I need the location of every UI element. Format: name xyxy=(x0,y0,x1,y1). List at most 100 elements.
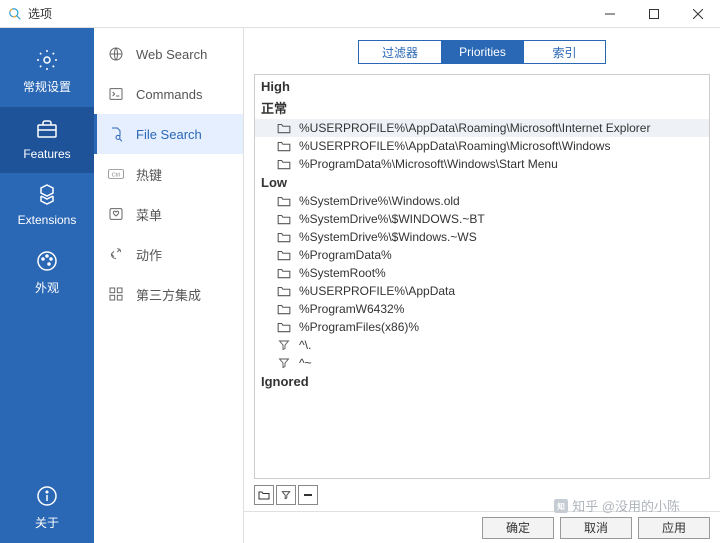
folder-icon xyxy=(277,320,291,334)
tab-label: 索引 xyxy=(552,44,576,61)
priority-path: ^\. xyxy=(299,338,311,352)
priorities-list[interactable]: High正常 %USERPROFILE%\AppData\Roaming\Micr… xyxy=(254,74,710,479)
nav-label: 热键 xyxy=(136,165,162,184)
apply-button[interactable]: 应用 xyxy=(638,517,710,539)
priority-path: %USERPROFILE%\AppData\Roaming\Microsoft\… xyxy=(299,121,650,135)
nav-web-search[interactable]: Web Search xyxy=(94,34,243,74)
file-search-icon xyxy=(108,126,124,142)
button-label: 应用 xyxy=(662,519,686,536)
priority-row[interactable]: %ProgramW6432% xyxy=(255,300,709,318)
priority-group-header[interactable]: 正常 xyxy=(255,96,709,119)
globe-icon xyxy=(108,46,124,62)
priority-row[interactable]: %USERPROFILE%\AppData\Roaming\Microsoft\… xyxy=(255,119,709,137)
add-filter-button[interactable] xyxy=(276,485,296,505)
priority-path: %SystemDrive%\$Windows.~WS xyxy=(299,230,477,244)
terminal-icon xyxy=(108,86,124,102)
nav-third-party[interactable]: 第三方集成 xyxy=(94,274,243,314)
left-item-label: 关于 xyxy=(35,516,59,530)
priority-group-header[interactable]: High xyxy=(255,77,709,96)
maximize-button[interactable] xyxy=(632,0,676,28)
nav-label: 菜单 xyxy=(136,205,162,224)
priority-path: %USERPROFILE%\AppData xyxy=(299,284,455,298)
priority-row[interactable]: ^~ xyxy=(255,354,709,372)
heart-icon xyxy=(108,206,124,222)
priority-row[interactable]: %SystemDrive%\Windows.old xyxy=(255,192,709,210)
priority-row[interactable]: %USERPROFILE%\AppData\Roaming\Microsoft\… xyxy=(255,137,709,155)
left-item-appearance[interactable]: 外观 xyxy=(0,239,94,308)
priority-row[interactable]: ^\. xyxy=(255,336,709,354)
folder-icon xyxy=(277,139,291,153)
priority-row[interactable]: %SystemRoot% xyxy=(255,264,709,282)
folder-icon xyxy=(277,284,291,298)
nav-actions[interactable]: 动作 xyxy=(94,234,243,274)
nav-menu[interactable]: 菜单 xyxy=(94,194,243,234)
folder-icon xyxy=(277,248,291,262)
priority-path: %ProgramFiles(x86)% xyxy=(299,320,419,334)
nav-label: 第三方集成 xyxy=(136,285,201,304)
folder-icon xyxy=(277,194,291,208)
priority-row[interactable]: %SystemDrive%\$WINDOWS.~BT xyxy=(255,210,709,228)
left-item-label: 外观 xyxy=(35,281,59,295)
priority-path: %ProgramData%\Microsoft\Windows\Start Me… xyxy=(299,157,558,171)
left-item-label: Features xyxy=(23,147,70,161)
tab-label: Priorities xyxy=(459,45,506,59)
svg-text:Ctrl: Ctrl xyxy=(112,172,121,178)
left-item-label: Extensions xyxy=(18,213,77,227)
feature-nav: Web Search Commands File Search Ctrl 热键 … xyxy=(94,28,244,543)
list-toolbar xyxy=(254,485,710,505)
filter-icon xyxy=(277,356,291,370)
nav-label: File Search xyxy=(136,127,202,142)
folder-icon xyxy=(277,230,291,244)
left-item-extensions[interactable]: Extensions xyxy=(0,173,94,239)
priority-group-header[interactable]: Low xyxy=(255,173,709,192)
priority-path: %ProgramW6432% xyxy=(299,302,404,316)
cancel-button[interactable]: 取消 xyxy=(560,517,632,539)
nav-commands[interactable]: Commands xyxy=(94,74,243,114)
briefcase-icon xyxy=(35,117,59,141)
folder-icon xyxy=(277,121,291,135)
tab-filters[interactable]: 过滤器 xyxy=(359,41,441,63)
footer: 知 知乎 @没用的小陈 确定 取消 应用 xyxy=(244,511,720,543)
palette-icon xyxy=(35,249,59,273)
priority-path: %USERPROFILE%\AppData\Roaming\Microsoft\… xyxy=(299,139,610,153)
left-sidebar: 常规设置 Features Extensions 外观 关于 xyxy=(0,28,94,543)
left-item-general[interactable]: 常规设置 xyxy=(0,38,94,107)
content-pane: 过滤器 Priorities 索引 High正常 %USERPROFILE%\Ap… xyxy=(244,28,720,543)
priority-group-header[interactable]: Ignored xyxy=(255,372,709,391)
priority-row[interactable]: %ProgramFiles(x86)% xyxy=(255,318,709,336)
add-folder-button[interactable] xyxy=(254,485,274,505)
nav-label: Web Search xyxy=(136,47,207,62)
priority-row[interactable]: %USERPROFILE%\AppData xyxy=(255,282,709,300)
cubes-icon xyxy=(35,183,59,207)
priority-row[interactable]: %ProgramData% xyxy=(255,246,709,264)
priority-path: %SystemDrive%\$WINDOWS.~BT xyxy=(299,212,485,226)
tab-priorities[interactable]: Priorities xyxy=(441,41,523,63)
tab-row: 过滤器 Priorities 索引 xyxy=(244,28,720,74)
priority-path: %ProgramData% xyxy=(299,248,392,262)
info-icon xyxy=(35,484,59,508)
nav-file-search[interactable]: File Search xyxy=(94,114,243,154)
button-label: 确定 xyxy=(506,519,530,536)
priority-path: ^~ xyxy=(299,356,312,370)
close-button[interactable] xyxy=(676,0,720,28)
left-item-label: 常规设置 xyxy=(23,80,71,94)
nav-hotkeys[interactable]: Ctrl 热键 xyxy=(94,154,243,194)
nav-label: 动作 xyxy=(136,245,162,264)
folder-icon xyxy=(277,212,291,226)
share-icon xyxy=(108,246,124,262)
remove-button[interactable] xyxy=(298,485,318,505)
priority-path: %SystemDrive%\Windows.old xyxy=(299,194,460,208)
left-item-about[interactable]: 关于 xyxy=(0,474,94,543)
nav-label: Commands xyxy=(136,87,202,102)
minimize-button[interactable] xyxy=(588,0,632,28)
button-label: 取消 xyxy=(584,519,608,536)
ok-button[interactable]: 确定 xyxy=(482,517,554,539)
folder-icon xyxy=(277,302,291,316)
left-item-features[interactable]: Features xyxy=(0,107,94,173)
priority-path: %SystemRoot% xyxy=(299,266,386,280)
priority-row[interactable]: %SystemDrive%\$Windows.~WS xyxy=(255,228,709,246)
tab-index[interactable]: 索引 xyxy=(523,41,605,63)
folder-icon xyxy=(277,266,291,280)
filter-icon xyxy=(277,338,291,352)
priority-row[interactable]: %ProgramData%\Microsoft\Windows\Start Me… xyxy=(255,155,709,173)
